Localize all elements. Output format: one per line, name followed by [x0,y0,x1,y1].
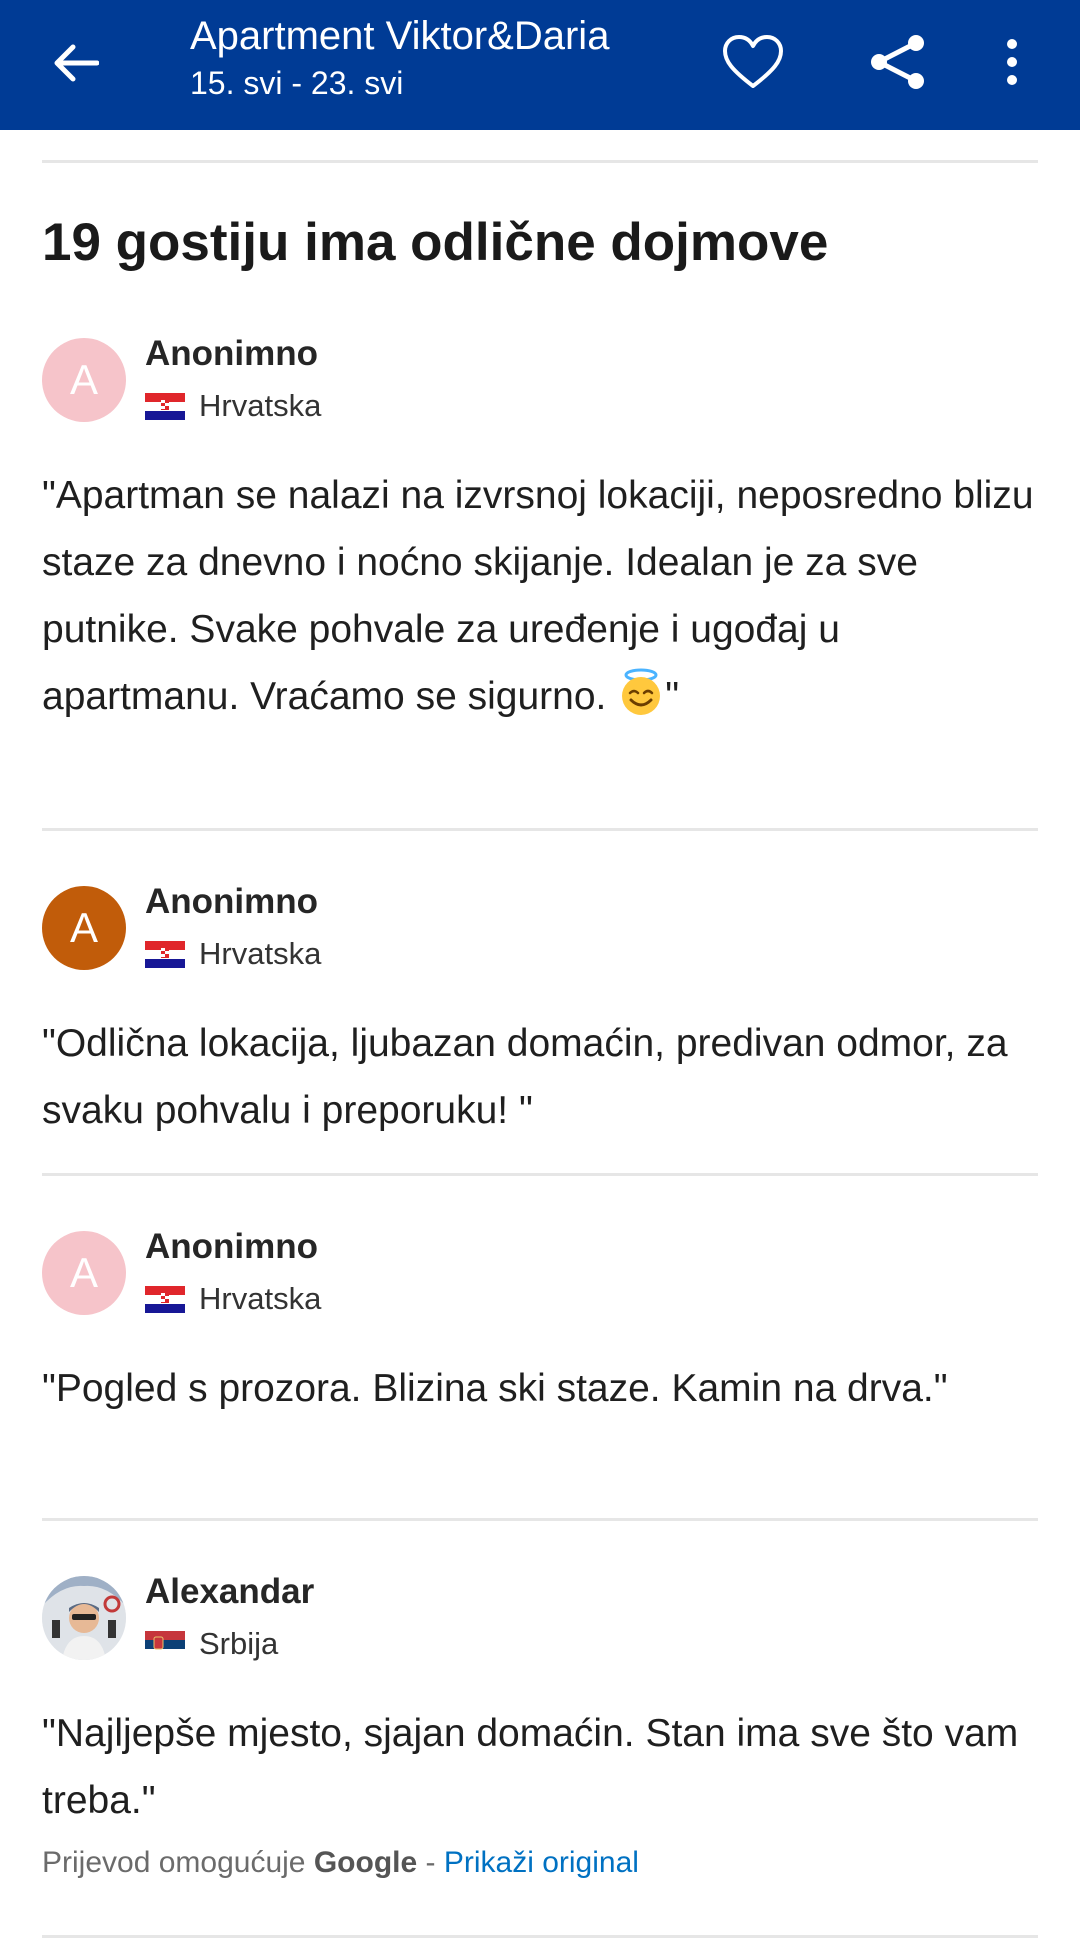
app-bar: Apartment Viktor&Daria 15. svi - 23. svi [0,0,1080,130]
review-text-end: " [665,675,680,718]
review-text: "Najljepše mjesto, sjajan domaćin. Stan … [42,1712,1019,1822]
heart-icon [723,35,783,88]
translation-separator: - [417,1846,444,1879]
country-name: Hrvatska [199,936,322,971]
review-text: "Pogled s prozora. Blizina ski staze. Ka… [42,1367,948,1410]
reviewer-name: Anonimno [145,334,319,373]
divider [42,1173,1038,1176]
translation-attribution: Prijevod omogućuje Google - Prikaži orig… [42,1846,639,1880]
croatia-flag-icon [145,940,185,968]
croatia-flag-icon [145,392,185,420]
share-icon [871,35,924,89]
review-text: "Odlična lokacija, ljubazan domaćin, pre… [42,1022,1008,1132]
avatar: A [42,1231,126,1315]
show-original-link[interactable]: Prikaži original [444,1846,639,1879]
serbia-flag-icon [145,1630,185,1658]
smiling-face-with-halo-emoji [622,668,661,715]
reviewer-country: Hrvatska [145,1281,321,1317]
more-options-button[interactable] [982,22,1042,102]
reviewer-country: Srbija [145,1626,278,1662]
country-name: Srbija [199,1626,279,1661]
arrow-left-icon [54,44,99,82]
divider [42,828,1038,831]
more-vertical-icon [1007,39,1017,85]
divider [42,1935,1038,1938]
translation-prefix: Prijevod omogućuje [42,1846,314,1879]
avatar: A [42,886,126,970]
review-text: "Apartman se nalazi na izvrsnoj lokaciji… [42,462,1038,730]
review-text-body: "Apartman se nalazi na izvrsnoj lokaciji… [42,474,1034,718]
date-range: 15. svi - 23. svi [190,65,404,101]
reviews-heading: 19 gostiju ima odlične dojmove [42,213,829,272]
save-favorite-button[interactable] [713,22,793,102]
google-logo-text: Google [313,1846,418,1879]
divider [42,1518,1038,1521]
user-photo-icon [42,1576,126,1660]
user-photo-avatar [42,1576,126,1660]
reviewer-country: Hrvatska [145,388,321,424]
croatia-flag-icon [145,1285,185,1313]
reviewer-country: Hrvatska [145,936,321,972]
reviewer-name: Alexandar [145,1572,315,1611]
page-title: Apartment Viktor&Daria [190,14,610,58]
reviewer-name: Anonimno [145,882,319,921]
avatar: A [42,338,126,422]
back-button[interactable] [40,28,110,98]
country-name: Hrvatska [199,1281,322,1316]
country-name: Hrvatska [199,388,322,423]
share-button[interactable] [858,22,938,102]
divider [42,160,1038,163]
reviewer-name: Anonimno [145,1227,319,1266]
